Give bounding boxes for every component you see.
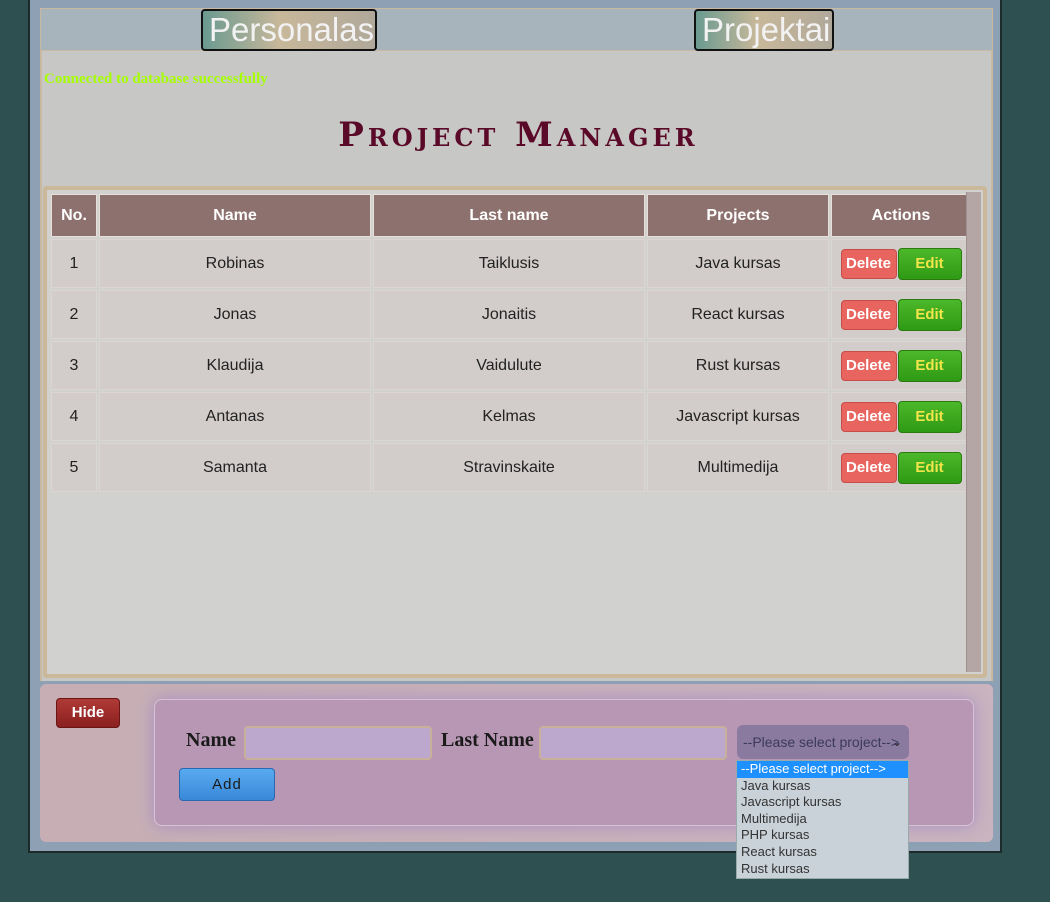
table-row: 5 Samanta Stravinskaite Multimedija Dele… — [51, 443, 971, 492]
dropdown-option[interactable]: Javascript kursas — [737, 794, 908, 811]
cell-no: 5 — [51, 443, 97, 492]
name-input[interactable] — [244, 726, 432, 760]
add-button[interactable]: Add — [179, 768, 275, 801]
cell-last-name: Taiklusis — [373, 239, 645, 288]
table-scrollbar[interactable] — [966, 192, 981, 672]
cell-no: 1 — [51, 239, 97, 288]
top-nav: Personalas Projektai — [40, 8, 993, 51]
header-no: No. — [51, 194, 97, 237]
edit-button[interactable]: Edit — [897, 247, 962, 280]
cell-name: Jonas — [99, 290, 371, 339]
dropdown-option[interactable]: PHP kursas — [737, 827, 908, 844]
hide-button[interactable]: Hide — [56, 698, 120, 728]
cell-last-name: Vaidulute — [373, 341, 645, 390]
status-message: Connected to database successfully — [44, 71, 268, 87]
cell-project: Rust kursas — [647, 341, 829, 390]
cell-actions: Delete Edit — [831, 392, 971, 441]
cell-name: Antanas — [99, 392, 371, 441]
nav-projektai-button[interactable]: Projektai — [694, 9, 834, 51]
edit-button[interactable]: Edit — [897, 298, 962, 331]
cell-actions: Delete Edit — [831, 341, 971, 390]
chevron-down-icon: ⌄ — [891, 735, 902, 749]
cell-project: Javascript kursas — [647, 392, 829, 441]
edit-button[interactable]: Edit — [897, 349, 962, 382]
delete-button[interactable]: Delete — [840, 299, 897, 330]
dropdown-option[interactable]: Rust kursas — [737, 861, 908, 878]
page-title: Project Manager — [338, 115, 699, 155]
cell-no: 3 — [51, 341, 97, 390]
cell-name: Klaudija — [99, 341, 371, 390]
dropdown-option[interactable]: React kursas — [737, 844, 908, 861]
cell-last-name: Jonaitis — [373, 290, 645, 339]
cell-last-name: Stravinskaite — [373, 443, 645, 492]
project-dropdown-list: --Please select project--> Java kursas J… — [736, 760, 909, 879]
employees-table: No. Name Last name Projects Actions 1 Ro… — [49, 192, 973, 494]
cell-last-name: Kelmas — [373, 392, 645, 441]
project-select[interactable]: --Please select project--> ⌄ — [737, 725, 909, 759]
table-row: 4 Antanas Kelmas Javascript kursas Delet… — [51, 392, 971, 441]
dropdown-option[interactable]: --Please select project--> — [737, 761, 908, 778]
table-header-row: No. Name Last name Projects Actions — [51, 194, 971, 237]
cell-project: Multimedija — [647, 443, 829, 492]
cell-actions: Delete Edit — [831, 239, 971, 288]
delete-button[interactable]: Delete — [840, 452, 897, 483]
cell-actions: Delete Edit — [831, 443, 971, 492]
dropdown-option[interactable]: Multimedija — [737, 811, 908, 828]
table-row: 2 Jonas Jonaitis React kursas Delete Edit — [51, 290, 971, 339]
edit-button[interactable]: Edit — [897, 400, 962, 433]
cell-name: Robinas — [99, 239, 371, 288]
header-last-name: Last name — [373, 194, 645, 237]
dropdown-option[interactable]: Java kursas — [737, 778, 908, 795]
table-row: 3 Klaudija Vaidulute Rust kursas Delete E… — [51, 341, 971, 390]
cell-project: React kursas — [647, 290, 829, 339]
last-name-input[interactable] — [539, 726, 727, 760]
edit-button[interactable]: Edit — [897, 451, 962, 484]
cell-name: Samanta — [99, 443, 371, 492]
last-name-label: Last Name — [441, 729, 534, 751]
cell-no: 2 — [51, 290, 97, 339]
nav-personalas-button[interactable]: Personalas — [201, 9, 377, 51]
delete-button[interactable]: Delete — [840, 350, 897, 381]
header-projects: Projects — [647, 194, 829, 237]
name-label: Name — [186, 729, 236, 751]
project-select-value: --Please select project--> — [743, 734, 900, 750]
cell-no: 4 — [51, 392, 97, 441]
cell-project: Java kursas — [647, 239, 829, 288]
cell-actions: Delete Edit — [831, 290, 971, 339]
header-name: Name — [99, 194, 371, 237]
table-container: No. Name Last name Projects Actions 1 Ro… — [43, 186, 987, 678]
delete-button[interactable]: Delete — [840, 248, 897, 279]
delete-button[interactable]: Delete — [840, 401, 897, 432]
table-row: 1 Robinas Taiklusis Java kursas Delete Ed… — [51, 239, 971, 288]
header-actions: Actions — [831, 194, 971, 237]
